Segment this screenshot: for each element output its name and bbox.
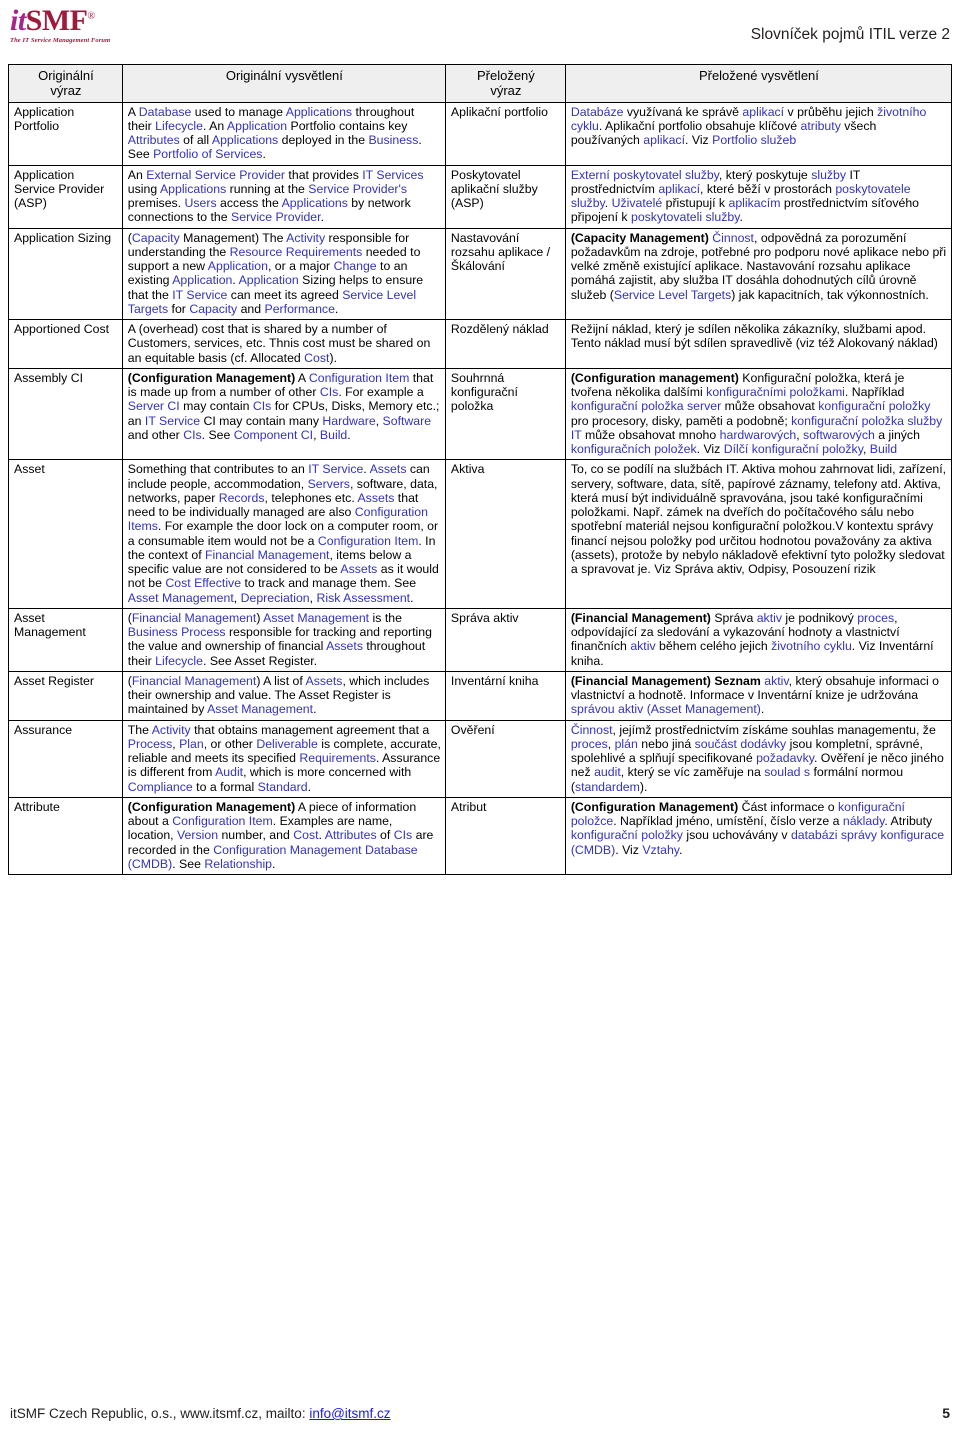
cell-original-term: Asset Register [8,670,123,721]
cell-translated-description: (Configuration Management) Část informac… [564,796,953,876]
logo-it-text: it [10,4,26,37]
logo-tagline: The IT Service Management Forum [10,37,111,44]
cell-original-term: Assembly CI [8,367,123,461]
cell-translated-description: (Financial Management) Seznam aktiv, kte… [564,670,953,721]
footer-contact-line: itSMF Czech Republic, o.s., www.itsmf.cz… [10,1406,391,1421]
cell-translated-description: (Financial Management) Správa aktiv je p… [564,607,953,672]
cell-original-description: Something that contributes to an IT Serv… [121,459,446,609]
column-header-line1: Originální vysvětlení [225,68,343,83]
column-header-line1: Originální [38,68,94,83]
table-row: Attribute (Configuration Management) A pi… [8,796,953,876]
logo-wordmark: itSMF® [10,6,130,36]
cell-original-description: An External Service Provider that provid… [121,164,446,229]
itsmf-logo: itSMF® The IT Service Management Forum [10,6,130,45]
cell-translated-term: Nastavování rozsahu aplikace / Škálování [444,227,566,321]
document-title: Slovníček pojmů ITIL verze 2 [750,26,950,43]
cell-original-term: Assurance [8,719,123,798]
footer-email-link[interactable]: info@itsmf.cz [309,1406,390,1421]
column-header-line2: výraz [50,83,82,99]
column-header-translated-term: Přeložený výraz [444,64,566,103]
cell-translated-term: Poskytovatel aplikační služby (ASP) [444,164,566,229]
table-row: Application Sizing (Capacity Management) … [8,227,953,321]
cell-translated-description: (Configuration management) Konfigurační … [564,367,953,461]
page-number: 5 [942,1405,950,1421]
cell-original-description: (Financial Management) A list of Assets,… [121,670,446,721]
table-row: Asset Something that contributes to an IT… [8,459,953,609]
table-header: Originální výraz Originální vysvětlení P… [8,64,953,103]
cell-translated-term: Aktiva [444,459,566,609]
cell-translated-description: To, co se podílí na službách IT. Aktiva … [564,459,953,609]
logo-smf-text: SMF [25,4,88,37]
table-header-row: Originální výraz Originální vysvětlení P… [8,64,953,103]
cell-original-term: Asset Management [8,607,123,672]
cell-original-description: (Financial Management) Asset Management … [121,607,446,672]
column-header-line1: Přeložené vysvětlení [698,68,819,83]
cell-translated-term: Atribut [444,796,566,876]
cell-original-description: A Database used to manage Applications t… [121,101,446,166]
cell-original-term: Application Portfolio [8,101,123,166]
cell-original-term: Asset [8,459,123,609]
cell-original-term: Application Sizing [8,227,123,321]
cell-translated-term: Rozdělený náklad [444,319,566,369]
cell-original-description: A (overhead) cost that is shared by a nu… [121,319,446,369]
cell-translated-term: Inventární kniha [444,670,566,721]
table-row: Apportioned Cost A (overhead) cost that i… [8,319,953,369]
footer-text: itSMF Czech Republic, o.s., www.itsmf.cz… [10,1406,310,1421]
table-row: Assembly CI (Configuration Management) A … [8,367,953,461]
table-row: Assurance The Activity that obtains manag… [8,719,953,798]
cell-translated-description: (Capacity Management) Činnost, odpovědná… [564,227,953,321]
cell-original-description: (Configuration Management) A Configurati… [121,367,446,461]
cell-translated-term: Souhrnná konfigurační položka [444,367,566,461]
cell-original-description: (Configuration Management) A piece of in… [121,796,446,876]
column-header-line1: Přeložený [476,68,535,83]
table-row: Asset Management (Financial Management) A… [8,607,953,672]
cell-original-term: Apportioned Cost [8,319,123,369]
cell-translated-description: Databáze využívaná ke správě aplikací v … [564,101,953,166]
cell-translated-description: Režijní náklad, který je sdílen několika… [564,319,953,369]
cell-translated-term: Správa aktiv [444,607,566,672]
table-row: Application Portfolio A Database used to … [8,101,953,166]
cell-translated-description: Externí poskytovatel služby, který posky… [564,164,953,229]
table-row: Application Service Provider (ASP) An Ext… [8,164,953,229]
cell-original-description: The Activity that obtains management agr… [121,719,446,798]
cell-translated-term: Ověření [444,719,566,798]
page-header: itSMF® The IT Service Management Forum S… [0,0,960,60]
column-header-line2: výraz [490,83,522,99]
column-header-original-term: Originální výraz [8,64,123,103]
column-header-original-description: Originální vysvětlení [121,64,446,103]
cell-original-description: (Capacity Management) The Activity respo… [121,227,446,321]
cell-original-term: Application Service Provider (ASP) [8,164,123,229]
cell-original-term: Attribute [8,796,123,876]
registered-trademark-icon: ® [87,11,96,22]
glossary-table: Originální výraz Originální vysvětlení P… [8,64,953,876]
table-body: Application Portfolio A Database used to … [8,101,953,876]
table-row: Asset Register (Financial Management) A l… [8,670,953,721]
column-header-translated-description: Přeložené vysvětlení [564,64,953,103]
cell-translated-description: Činnost, jejímž prostřednictvím získáme … [564,719,953,798]
cell-translated-term: Aplikační portfolio [444,101,566,166]
page-footer: itSMF Czech Republic, o.s., www.itsmf.cz… [0,1405,960,1427]
